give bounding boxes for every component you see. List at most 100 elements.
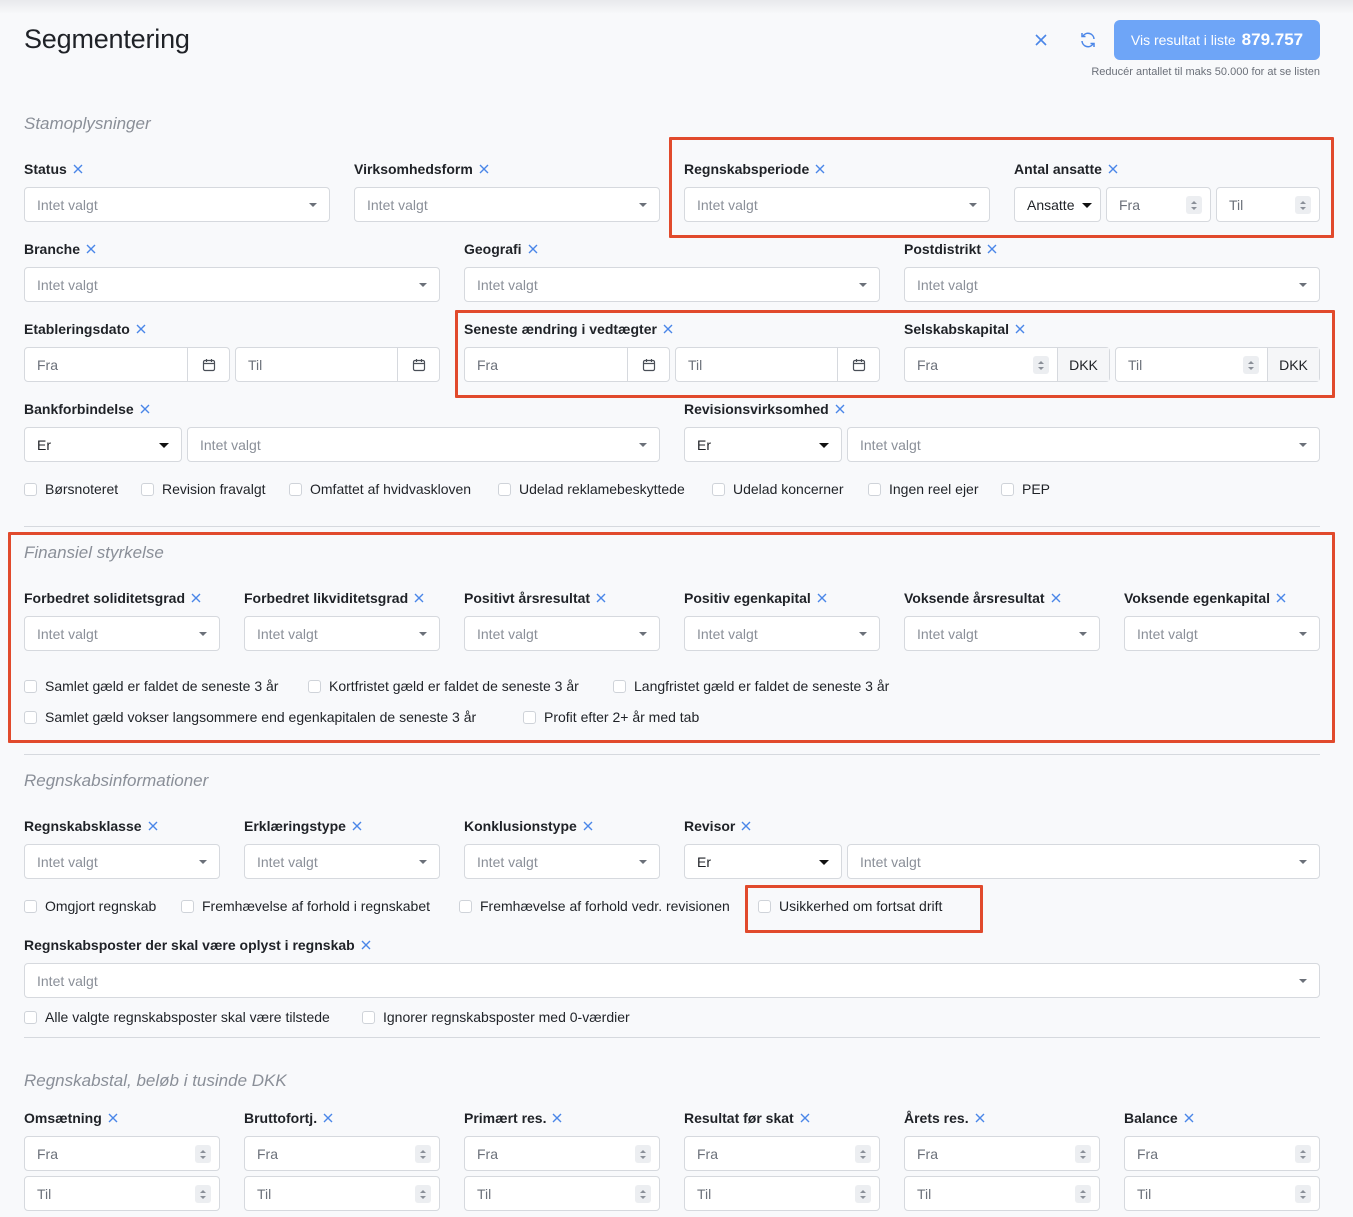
tal-til-2[interactable]: Til [464,1176,660,1211]
calendar-icon[interactable] [397,348,439,381]
clear-icon[interactable] [583,818,593,834]
stam-check-4[interactable]: Udelad koncerner [712,481,844,497]
regn-check-1[interactable]: Fremhævelse af forhold i regnskabet [181,898,430,914]
tal-fra-4[interactable]: Fra [904,1136,1100,1171]
stepper-icon[interactable] [855,1145,871,1163]
tal-fra-2[interactable]: Fra [464,1136,660,1171]
postdistrikt-label: Postdistrikt [904,241,997,257]
tal-til-1[interactable]: Til [244,1176,440,1211]
bank-operator[interactable]: Er [24,427,182,462]
tal-til-5[interactable]: Til [1124,1176,1320,1211]
geografi-select[interactable]: Intet valgt [464,267,880,302]
poster-check-1-label: Ignorer regnskabsposter med 0-værdier [383,1009,630,1025]
checkbox[interactable] [1001,482,1014,496]
tal-til-0[interactable]: Til [24,1176,220,1211]
tal-0-label: Omsætning [24,1110,118,1126]
clear-icon[interactable] [835,401,845,417]
stam-check-1[interactable]: Revision fravalgt [141,481,266,497]
regn-select-1[interactable]: Intet valgt [244,844,440,879]
revisor-select[interactable]: Intet valgt [847,844,1320,879]
stepper-icon[interactable] [415,1185,431,1203]
checkbox[interactable] [868,482,881,496]
tal-3-label-text: Resultat før skat [684,1110,794,1126]
poster-check-1[interactable]: Ignorer regnskabsposter med 0-værdier [362,1009,630,1025]
clear-icon[interactable] [86,241,96,257]
clear-icon[interactable] [323,1110,333,1126]
clear-icon[interactable] [352,818,362,834]
tal-til-3-placeholder: Til [697,1185,712,1202]
revision-operator[interactable]: Er [684,427,842,462]
checkbox[interactable] [181,899,194,913]
checkbox[interactable] [459,899,472,913]
clear-icon[interactable] [148,818,158,834]
regn-check-0[interactable]: Omgjort regnskab [24,898,156,914]
regn-0-label-text: Regnskabsklasse [24,818,142,834]
close-icon[interactable] [1027,26,1055,54]
poster-check-0[interactable]: Alle valgte regnskabsposter skal være ti… [24,1009,330,1025]
tal-1-label-text: Bruttofortj. [244,1110,318,1126]
clear-icon[interactable] [1184,1110,1194,1126]
regn-select-2[interactable]: Intet valgt [464,844,660,879]
calendar-icon[interactable] [187,348,229,381]
stam-check-3[interactable]: Udelad reklamebeskyttede [498,481,685,497]
stepper-icon[interactable] [635,1185,651,1203]
stepper-icon[interactable] [855,1185,871,1203]
stam-check-2[interactable]: Omfattet af hvidvaskloven [289,481,471,497]
tal-til-4[interactable]: Til [904,1176,1100,1211]
checkbox[interactable] [289,482,302,496]
status-select[interactable]: Intet valgt [24,187,330,222]
etableringsdato-fra[interactable]: Fra [24,347,230,382]
stam-check-5[interactable]: Ingen reel ejer [868,481,979,497]
stepper-icon[interactable] [635,1145,651,1163]
postdistrikt-select[interactable]: Intet valgt [904,267,1320,302]
tal-fra-5[interactable]: Fra [1124,1136,1320,1171]
clear-icon[interactable] [136,321,146,337]
stam-check-6[interactable]: PEP [1001,481,1050,497]
clear-icon[interactable] [479,161,489,177]
checkbox[interactable] [498,482,511,496]
clear-icon[interactable] [528,241,538,257]
clear-icon[interactable] [741,818,751,834]
clear-icon[interactable] [552,1110,562,1126]
stepper-icon[interactable] [195,1185,211,1203]
clear-icon[interactable] [800,1110,810,1126]
clear-icon[interactable] [361,937,371,953]
clear-icon[interactable] [140,401,150,417]
stepper-icon[interactable] [415,1145,431,1163]
tal-til-4-placeholder: Til [917,1185,932,1202]
clear-icon[interactable] [987,241,997,257]
regn-check-2[interactable]: Fremhævelse af forhold vedr. revisionen [459,898,730,914]
postdistrikt-select-value: Intet valgt [917,276,978,293]
checkbox[interactable] [141,482,154,496]
stepper-icon[interactable] [1075,1145,1091,1163]
regnskabsposter-select[interactable]: Intet valgt [24,963,1320,998]
stepper-icon[interactable] [195,1145,211,1163]
show-results-button[interactable]: Vis resultat i liste 879.757 [1114,20,1320,60]
regn-select-0[interactable]: Intet valgt [24,844,220,879]
stepper-icon[interactable] [1295,1145,1311,1163]
branche-select[interactable]: Intet valgt [24,267,440,302]
tal-4-label: Årets res. [904,1110,985,1126]
stepper-icon[interactable] [1295,1185,1311,1203]
clear-icon[interactable] [73,161,83,177]
tal-fra-0[interactable]: Fra [24,1136,220,1171]
top-shade [0,0,1353,14]
clear-icon[interactable] [108,1110,118,1126]
refresh-icon[interactable] [1074,26,1102,54]
stam-check-0[interactable]: Børsnoteret [24,481,118,497]
stepper-icon[interactable] [1075,1185,1091,1203]
revisor-operator[interactable]: Er [684,844,842,879]
checkbox[interactable] [24,899,37,913]
checkbox[interactable] [24,1010,37,1024]
checkbox[interactable] [712,482,725,496]
etableringsdato-til[interactable]: Til [235,347,440,382]
revisionsvirksomhed-select[interactable]: Intet valgt [847,427,1320,462]
tal-til-3[interactable]: Til [684,1176,880,1211]
virksomhedsform-select[interactable]: Intet valgt [354,187,660,222]
checkbox[interactable] [24,482,37,496]
tal-fra-1[interactable]: Fra [244,1136,440,1171]
clear-icon[interactable] [975,1110,985,1126]
tal-fra-3[interactable]: Fra [684,1136,880,1171]
checkbox[interactable] [362,1010,375,1024]
bank-select[interactable]: Intet valgt [187,427,660,462]
